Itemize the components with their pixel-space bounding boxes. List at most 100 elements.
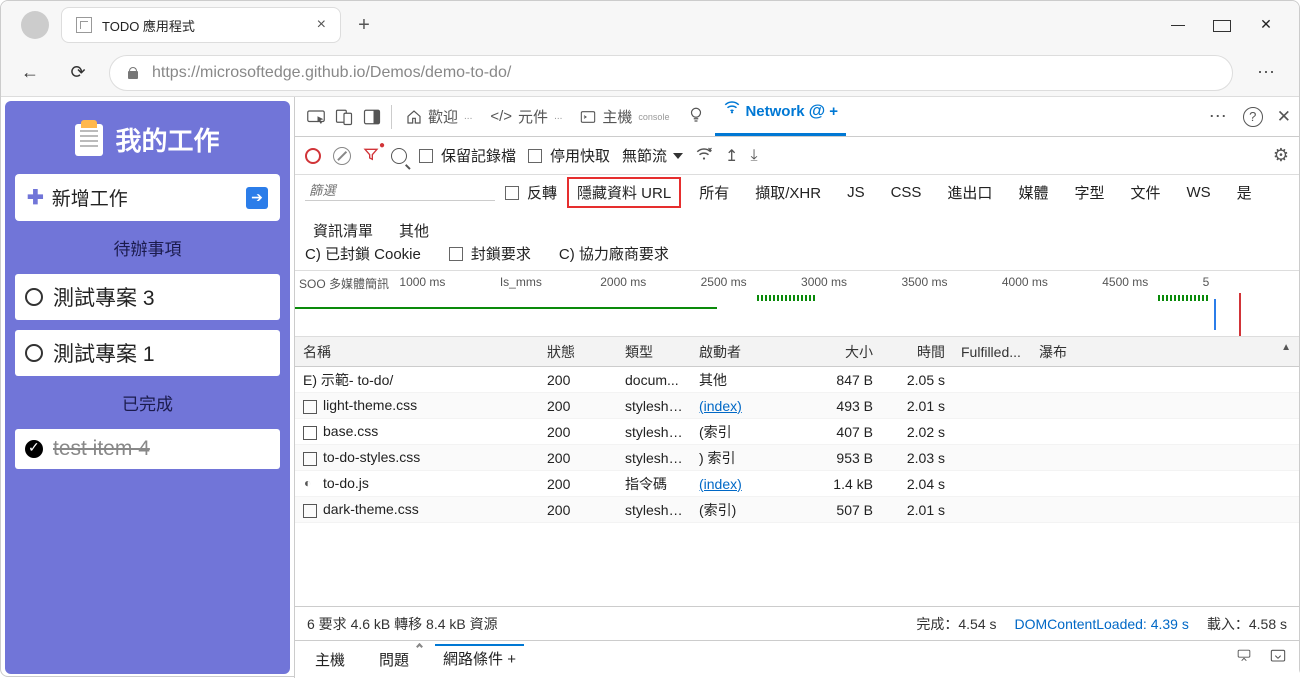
blocked-requests-checkbox[interactable]: 封鎖要求 <box>449 243 531 264</box>
timeline-tick: 2000 ms <box>596 275 696 292</box>
checkbox-done-icon[interactable] <box>25 440 43 458</box>
export-har-button[interactable]: ↥ <box>725 146 738 166</box>
table-row[interactable]: to-do.js 200 指令碼 (index) 1.4 kB 2.04 s <box>295 471 1299 497</box>
clear-button[interactable] <box>333 147 351 165</box>
browser-tabs: TODO 應用程式 × + <box>61 7 1153 43</box>
tab-welcome[interactable]: 歡迎... <box>398 98 480 136</box>
drawer-network-conditions-tab[interactable]: 網路條件 + <box>435 644 524 673</box>
devtools-drawer: 主機 問題 網路條件 + <box>295 640 1299 678</box>
col-waterfall[interactable]: 瀑布▲ <box>1031 342 1299 362</box>
throttling-select[interactable]: 無節流 <box>622 145 683 166</box>
drawer-console-tab[interactable]: 主機 <box>307 645 353 674</box>
close-window-button[interactable] <box>1257 16 1275 35</box>
network-conditions-icon[interactable] <box>695 145 713 167</box>
dock-side-icon[interactable] <box>359 104 385 130</box>
filter-doc[interactable]: 文件 <box>1122 180 1168 205</box>
refresh-button[interactable]: ⟳ <box>61 56 95 90</box>
record-button[interactable] <box>305 148 321 164</box>
network-timeline[interactable]: SOO 多媒體簡訊1000 msIs_mms2000 ms2500 ms3000… <box>295 271 1299 337</box>
hide-data-urls-highlight[interactable]: 隱藏資料 URL <box>567 177 681 208</box>
profile-avatar[interactable] <box>21 11 49 39</box>
checkbox-icon[interactable] <box>25 344 43 362</box>
drawer-expand-icon[interactable] <box>1235 649 1253 670</box>
col-status[interactable]: 狀態 <box>539 342 617 362</box>
devtools-menu-button[interactable]: ⋯ <box>1209 106 1229 127</box>
todo-item[interactable]: 測試專案 3 <box>15 274 280 320</box>
table-row[interactable]: to-do-styles.css 200 styleshe... ) 索引 95… <box>295 445 1299 471</box>
table-row[interactable]: light-theme.css 200 styleshe... (index) … <box>295 393 1299 419</box>
checkbox-icon[interactable] <box>25 288 43 306</box>
filter-input[interactable] <box>305 181 495 201</box>
browser-menu-button[interactable]: ⋯ <box>1247 62 1287 83</box>
checkbox-icon <box>419 149 433 163</box>
col-type[interactable]: 類型 <box>617 342 691 362</box>
col-initiator[interactable]: 啟動者 <box>691 342 807 362</box>
third-party-label[interactable]: C) 協力廠商要求 <box>559 243 669 264</box>
network-filter-bar-2: C) 已封鎖 Cookie 封鎖要求 C) 協力廠商要求 <box>295 243 1299 271</box>
submit-task-button[interactable]: ➔ <box>246 187 268 209</box>
todo-item[interactable]: 測試專案 1 <box>15 330 280 376</box>
browser-tab-active[interactable]: TODO 應用程式 × <box>61 7 341 43</box>
add-tab-icon[interactable]: + <box>829 103 838 120</box>
col-time[interactable]: 時間 <box>881 342 953 362</box>
tab-lightbulb[interactable] <box>679 98 713 136</box>
col-size[interactable]: 大小 <box>807 342 881 362</box>
filter-is[interactable]: 是 <box>1229 180 1260 205</box>
filter-fetch[interactable]: 擷取/XHR <box>747 180 829 205</box>
lightbulb-icon <box>687 106 705 128</box>
table-row[interactable]: dark-theme.css 200 styleshe... (索引) 507 … <box>295 497 1299 523</box>
url-text: https://microsoftedge.github.io/Demos/de… <box>152 64 511 82</box>
close-devtools-button[interactable]: ✕ <box>1277 107 1291 127</box>
summary-finish: 完成：4.54 s <box>916 614 996 634</box>
inspect-element-icon[interactable] <box>303 104 329 130</box>
todo-item-done[interactable]: test item 4 <box>15 429 280 469</box>
add-task-row[interactable]: ✚ 新增工作 ➔ <box>15 174 280 221</box>
drawer-toggle-icon[interactable] <box>1269 649 1287 670</box>
timeline-tick: 3000 ms <box>797 275 897 292</box>
address-bar[interactable]: https://microsoftedge.github.io/Demos/de… <box>109 55 1233 91</box>
summary-requests: 6 要求 4.6 kB 轉移 8.4 kB 資源 <box>307 614 498 634</box>
clipboard-icon <box>75 124 103 156</box>
drawer-issues-tab[interactable]: 問題 <box>371 645 417 674</box>
tab-console[interactable]: 主機console <box>572 98 677 136</box>
filter-import[interactable]: 進出口 <box>939 180 1000 205</box>
address-bar-row: ← ⟳ https://microsoftedge.github.io/Demo… <box>1 49 1299 97</box>
help-icon[interactable]: ? <box>1243 107 1263 127</box>
close-tab-icon[interactable]: × <box>317 16 326 34</box>
filter-toggle-button[interactable] <box>363 146 379 166</box>
filter-media[interactable]: 媒體 <box>1010 180 1056 205</box>
file-icon <box>303 478 317 492</box>
wifi-icon <box>723 98 741 120</box>
disable-cache-checkbox[interactable]: 停用快取 <box>528 145 610 166</box>
tab-elements[interactable]: </> 元件... <box>482 98 570 136</box>
filter-other[interactable]: 其他 <box>391 218 437 243</box>
search-button[interactable] <box>391 148 407 164</box>
done-section-label: 已完成 <box>15 386 280 419</box>
blocked-cookies-label[interactable]: C) 已封鎖 Cookie <box>305 243 421 264</box>
col-fulfilled[interactable]: Fulfilled... <box>953 344 1031 360</box>
col-name[interactable]: 名稱 <box>295 342 539 362</box>
settings-gear-icon[interactable]: ⚙ <box>1273 145 1289 166</box>
table-row[interactable]: E) 示範- to-do/ 200 docum... 其他 847 B 2.05… <box>295 367 1299 393</box>
filter-all[interactable]: 所有 <box>691 180 737 205</box>
filter-manifest[interactable]: 資訊清單 <box>305 218 381 243</box>
device-toggle-icon[interactable] <box>331 104 357 130</box>
code-icon: </> <box>490 108 512 125</box>
tab-network[interactable]: Network @ + <box>715 98 846 136</box>
filter-js[interactable]: JS <box>839 182 873 203</box>
invert-checkbox[interactable]: 反轉 <box>505 182 557 203</box>
filter-font[interactable]: 字型 <box>1066 180 1112 205</box>
network-filter-bar: 反轉 隱藏資料 URL 所有 擷取/XHR JS CSS 進出口 媒體 字型 文… <box>295 175 1299 243</box>
back-button[interactable]: ← <box>13 56 47 90</box>
todo-title-text: 我的工作 <box>115 121 219 158</box>
title-bar: TODO 應用程式 × + <box>1 1 1299 49</box>
preserve-log-checkbox[interactable]: 保留記錄檔 <box>419 145 516 166</box>
chevron-down-icon <box>673 153 683 159</box>
table-row[interactable]: base.css 200 styleshe... (索引 407 B 2.02 … <box>295 419 1299 445</box>
filter-ws[interactable]: WS <box>1178 182 1218 203</box>
new-tab-button[interactable]: + <box>349 10 379 40</box>
import-har-button[interactable]: ⤓ <box>750 147 757 165</box>
minimize-button[interactable] <box>1169 16 1187 35</box>
filter-css[interactable]: CSS <box>883 182 930 203</box>
maximize-button[interactable] <box>1213 16 1231 35</box>
